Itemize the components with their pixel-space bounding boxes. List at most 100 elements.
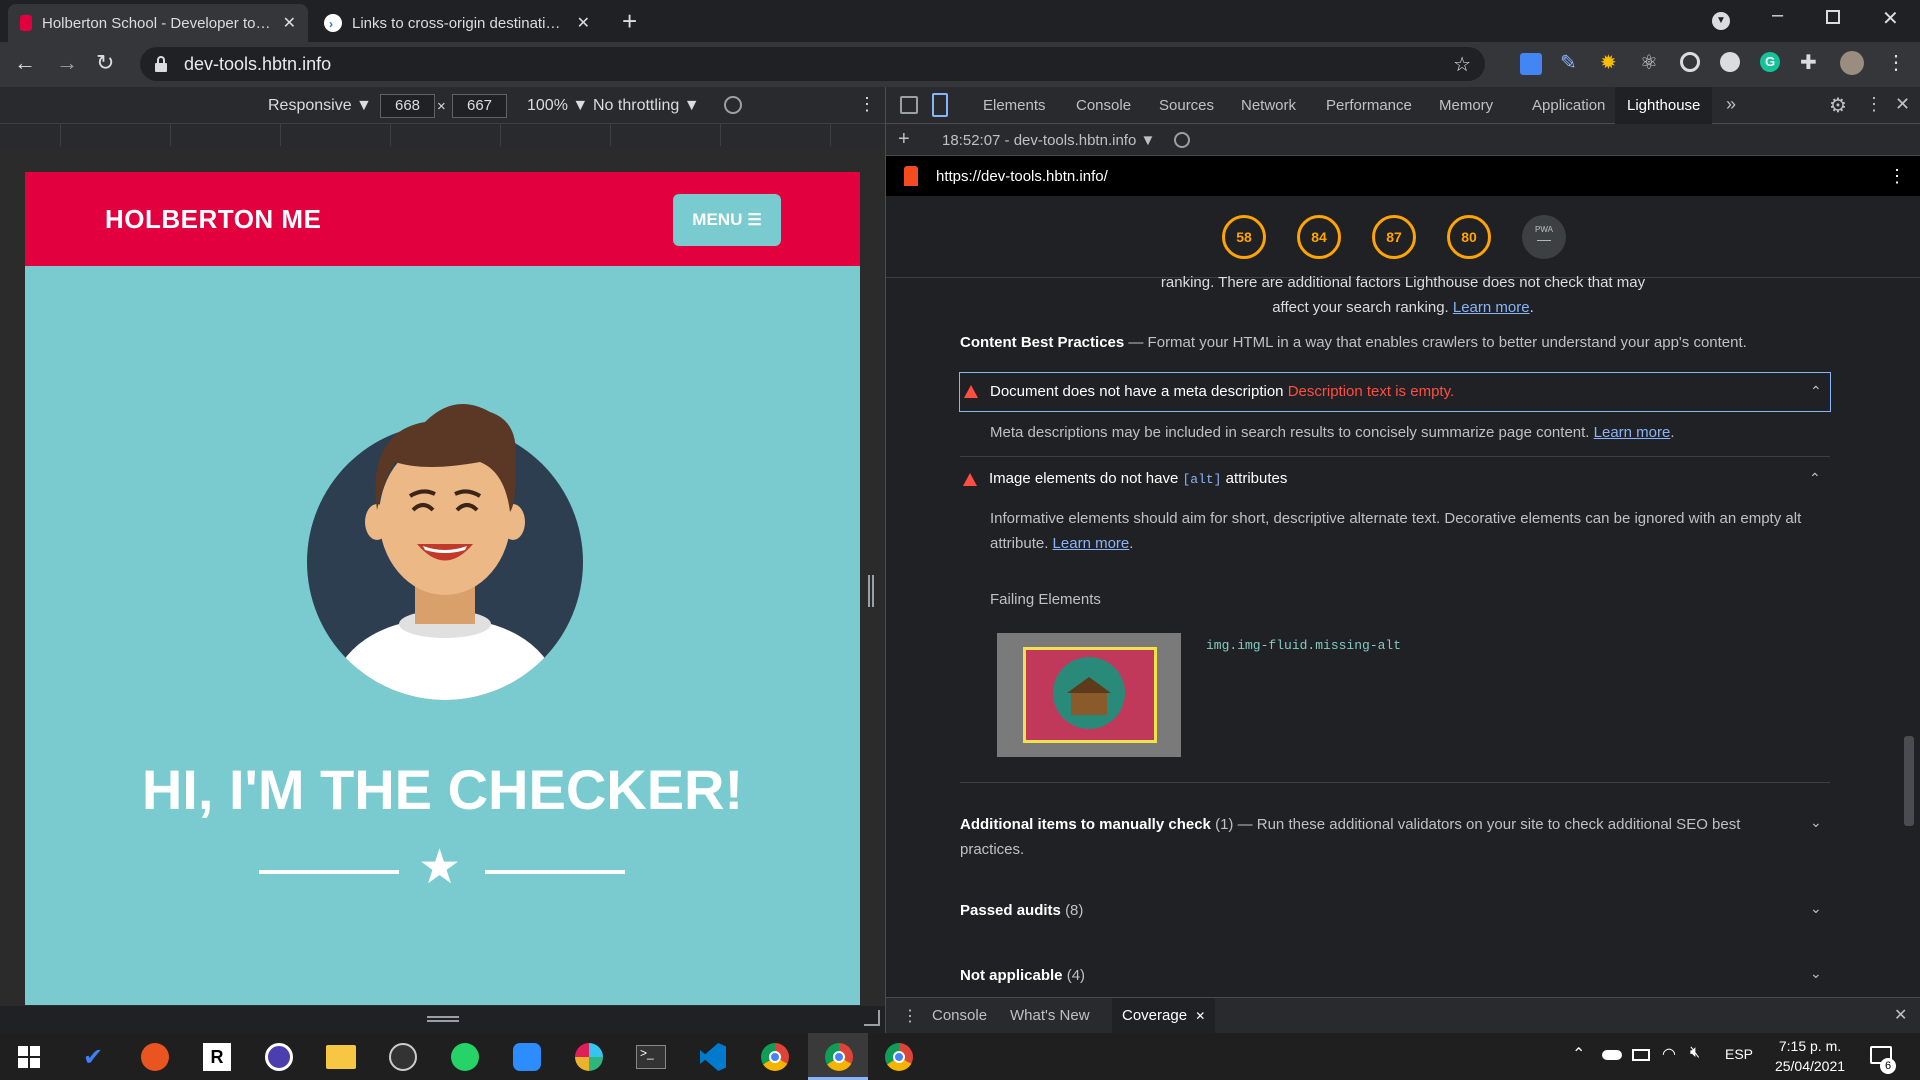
file-explorer-icon[interactable] bbox=[324, 1040, 358, 1074]
profile-avatar[interactable] bbox=[1840, 51, 1864, 75]
tab-application[interactable]: Application bbox=[1520, 87, 1617, 124]
more-tabs-icon[interactable]: » bbox=[1726, 94, 1736, 115]
chrome-icon[interactable] bbox=[758, 1040, 792, 1074]
close-drawer-icon[interactable]: ✕ bbox=[1894, 1005, 1907, 1025]
browser-tab[interactable]: › Links to cross-origin destinations ✕ bbox=[312, 4, 602, 42]
obs-icon[interactable] bbox=[386, 1040, 420, 1074]
learn-more-link[interactable]: Learn more bbox=[1053, 535, 1130, 552]
target-extension-icon[interactable] bbox=[1680, 52, 1700, 72]
report-url[interactable]: https://dev-tools.hbtn.info/ bbox=[936, 168, 1108, 185]
learn-more-link[interactable]: Learn more bbox=[1594, 424, 1671, 441]
chevron-down-icon[interactable]: ⌄ bbox=[1810, 965, 1822, 982]
pwa-badge[interactable]: PWA — bbox=[1522, 215, 1566, 259]
new-report-icon[interactable]: + bbox=[898, 128, 910, 151]
tab-lighthouse[interactable]: Lighthouse bbox=[1615, 87, 1713, 124]
wifi-icon[interactable]: ◠ bbox=[1662, 1044, 1676, 1064]
address-bar[interactable]: dev-tools.hbtn.info ☆ bbox=[140, 47, 1485, 81]
throttling-select[interactable]: No throttling ▼ bbox=[593, 95, 700, 117]
close-tab-icon[interactable]: ✕ bbox=[283, 13, 296, 33]
ubuntu-icon[interactable] bbox=[138, 1040, 172, 1074]
windows-start-icon[interactable] bbox=[12, 1040, 46, 1074]
browser-tab-active[interactable]: Holberton School - Developer tools ✕ bbox=[8, 4, 308, 42]
chevron-up-tray-icon[interactable]: ⌃ bbox=[1572, 1044, 1585, 1064]
eclipse-icon[interactable] bbox=[262, 1040, 296, 1074]
resize-handle-bottom[interactable] bbox=[427, 1016, 459, 1022]
report-scrollbar[interactable] bbox=[1904, 736, 1914, 826]
terminal-icon[interactable]: >_ bbox=[634, 1040, 668, 1074]
devtools-menu-icon[interactable]: ⋮ bbox=[1865, 94, 1883, 115]
close-tab-icon[interactable]: ✕ bbox=[577, 13, 590, 33]
zoom-select[interactable]: 100% ▼ bbox=[527, 95, 588, 117]
tab-console[interactable]: Console bbox=[1064, 87, 1143, 124]
performance-gauge[interactable]: 58 bbox=[1222, 215, 1266, 259]
accessibility-gauge[interactable]: 84 bbox=[1297, 215, 1341, 259]
clock[interactable]: 7:15 p. m. 25/04/2021 bbox=[1770, 1036, 1850, 1076]
rotate-icon[interactable] bbox=[724, 96, 742, 114]
width-input[interactable]: 668 bbox=[380, 94, 436, 118]
vscode-icon[interactable] bbox=[696, 1040, 730, 1074]
onedrive-icon[interactable] bbox=[1602, 1050, 1622, 1060]
bookmark-star-icon[interactable]: ☆ bbox=[1453, 52, 1471, 77]
audit-meta-description[interactable]: Document does not have a meta descriptio… bbox=[959, 372, 1831, 412]
device-select[interactable]: Responsive ▼ bbox=[268, 95, 372, 117]
additional-items-group[interactable]: Additional items to manually check (1) —… bbox=[960, 812, 1790, 862]
tab-performance[interactable]: Performance bbox=[1314, 87, 1424, 124]
browser-menu-icon[interactable]: ⋮ bbox=[1886, 50, 1906, 75]
height-input[interactable]: 667 bbox=[452, 94, 508, 118]
not-applicable-group[interactable]: Not applicable (4) bbox=[960, 967, 1085, 984]
report-menu-icon[interactable]: ⋮ bbox=[1888, 166, 1906, 187]
minimize-icon[interactable]: – bbox=[1772, 4, 1783, 27]
close-devtools-icon[interactable]: ✕ bbox=[1895, 94, 1910, 115]
settings-gear-icon[interactable]: ⚙ bbox=[1829, 93, 1847, 118]
puzzle-extensions-icon[interactable]: ✚ bbox=[1800, 50, 1817, 75]
audit-image-alt[interactable]: Image elements do not have [alt] attribu… bbox=[959, 462, 1831, 498]
tab-search-icon[interactable]: ▼ bbox=[1712, 12, 1730, 30]
drawer-tab-coverage[interactable]: Coverage ✕ bbox=[1112, 998, 1216, 1033]
drawer-tab-whats-new[interactable]: What's New bbox=[1010, 1007, 1090, 1024]
tab-sources[interactable]: Sources bbox=[1147, 87, 1226, 124]
failing-selector[interactable]: img.img-fluid.missing-alt bbox=[1206, 638, 1401, 653]
site-brand[interactable]: HOLBERTON ME bbox=[105, 204, 321, 235]
language-indicator[interactable]: ESP bbox=[1725, 1046, 1753, 1062]
passed-audits-group[interactable]: Passed audits (8) bbox=[960, 902, 1083, 919]
resize-handle-right[interactable] bbox=[868, 575, 874, 607]
close-window-icon[interactable]: ✕ bbox=[1882, 6, 1899, 31]
menu-button[interactable]: MENU ☰ bbox=[673, 194, 781, 246]
close-coverage-icon[interactable]: ✕ bbox=[1195, 1009, 1205, 1023]
zoom-icon[interactable] bbox=[510, 1040, 544, 1074]
resize-corner-icon[interactable] bbox=[864, 1010, 880, 1026]
chrome-profile-icon[interactable] bbox=[822, 1040, 856, 1074]
drawer-menu-icon[interactable]: ⋮ bbox=[902, 1006, 918, 1026]
failing-element-thumbnail[interactable] bbox=[997, 633, 1181, 757]
battery-icon[interactable] bbox=[1632, 1049, 1650, 1061]
grammarly-icon[interactable]: G bbox=[1760, 52, 1780, 72]
chevron-up-icon[interactable]: ⌃ bbox=[1810, 383, 1822, 400]
forward-icon[interactable]: → bbox=[56, 50, 78, 76]
tab-memory[interactable]: Memory bbox=[1427, 87, 1505, 124]
inspect-element-icon[interactable] bbox=[900, 96, 918, 114]
translate-extension-icon[interactable] bbox=[1520, 53, 1542, 75]
rstudio-icon[interactable]: R bbox=[200, 1040, 234, 1074]
best-practices-gauge[interactable]: 87 bbox=[1372, 215, 1416, 259]
learn-more-link[interactable]: Learn more bbox=[1453, 299, 1530, 316]
tab-network[interactable]: Network bbox=[1229, 87, 1308, 124]
back-icon[interactable]: ← bbox=[14, 50, 36, 76]
extension-circle-icon[interactable] bbox=[1720, 52, 1740, 72]
clear-reports-icon[interactable] bbox=[1174, 132, 1190, 148]
tab-elements[interactable]: Elements bbox=[971, 87, 1058, 124]
chevron-down-icon[interactable]: ⌄ bbox=[1810, 814, 1822, 831]
restore-icon[interactable] bbox=[1826, 10, 1840, 24]
extension-icon[interactable]: ✹ bbox=[1600, 50, 1617, 75]
slack-icon[interactable] bbox=[572, 1040, 606, 1074]
device-toggle-icon[interactable] bbox=[932, 93, 948, 117]
pen-extension-icon[interactable]: ✎ bbox=[1560, 50, 1577, 75]
volume-muted-icon[interactable]: 🔇︎ bbox=[1690, 1044, 1700, 1062]
reload-icon[interactable]: ↻ bbox=[96, 50, 114, 76]
seo-gauge[interactable]: 80 bbox=[1447, 215, 1491, 259]
report-selector[interactable]: 18:52:07 - dev-tools.hbtn.info ▼ bbox=[942, 132, 1155, 149]
todo-app-icon[interactable]: ✔ bbox=[76, 1040, 110, 1074]
drawer-tab-console[interactable]: Console bbox=[932, 1007, 987, 1024]
whatsapp-icon[interactable] bbox=[448, 1040, 482, 1074]
react-extension-icon[interactable]: ⚛ bbox=[1640, 50, 1658, 75]
chevron-up-icon[interactable]: ⌃ bbox=[1809, 470, 1821, 487]
